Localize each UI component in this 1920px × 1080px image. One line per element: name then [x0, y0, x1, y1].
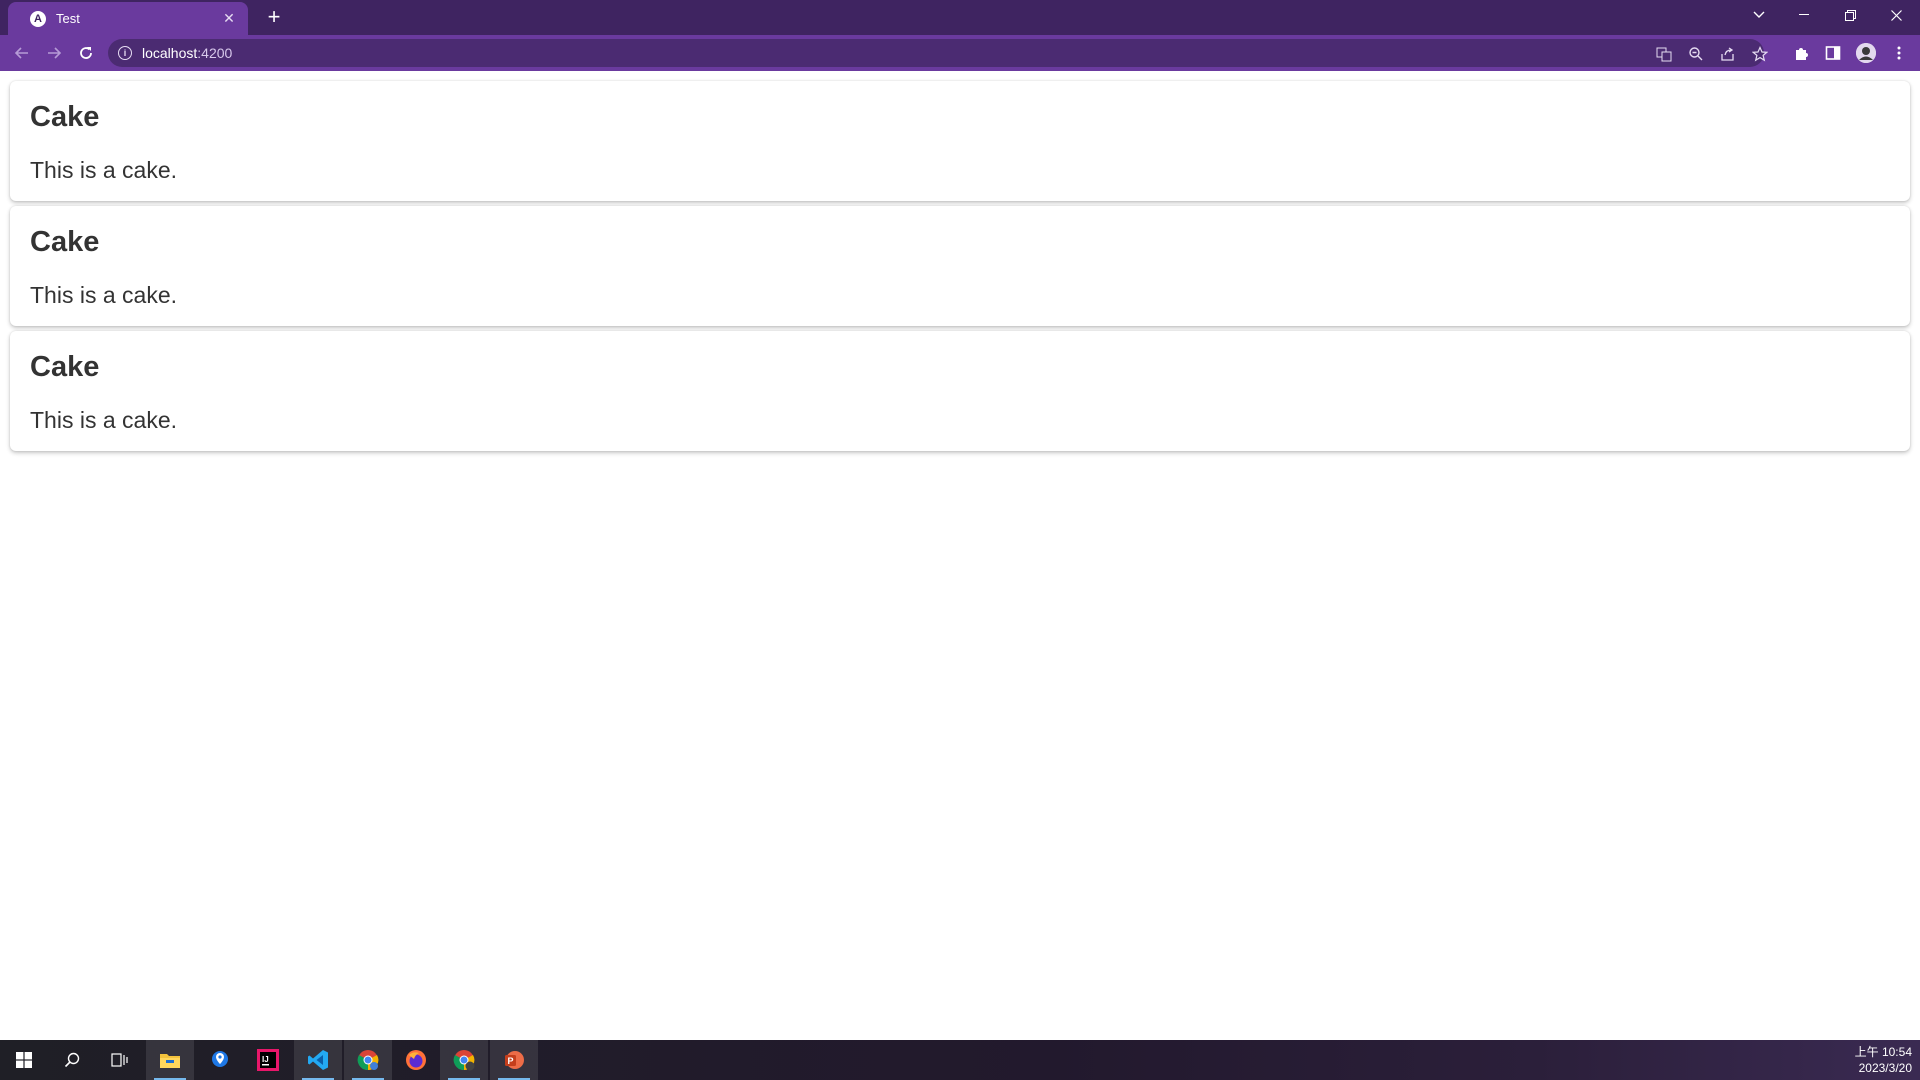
side-panel-icon[interactable] — [1824, 44, 1842, 62]
tab-search-icon[interactable] — [1736, 0, 1782, 30]
angular-favicon-icon: A — [30, 10, 46, 27]
profile-avatar[interactable] — [1856, 43, 1876, 63]
back-icon[interactable] — [8, 39, 36, 67]
page-content: Cake This is a cake. Cake This is a cake… — [0, 71, 1920, 1040]
close-tab-icon[interactable]: ✕ — [220, 10, 238, 27]
firefox-icon[interactable] — [392, 1040, 440, 1080]
browser-toolbar: i localhost:4200 — [0, 35, 1920, 71]
task-view-icon[interactable] — [96, 1040, 144, 1080]
search-icon[interactable] — [48, 1040, 96, 1080]
card-title: Cake — [30, 101, 100, 133]
reload-icon[interactable] — [72, 39, 100, 67]
address-bar[interactable]: i localhost:4200 — [108, 39, 1768, 67]
menu-icon[interactable] — [1890, 44, 1908, 62]
svg-text:P: P — [508, 1056, 514, 1066]
translate-icon[interactable] — [1656, 46, 1672, 62]
star-icon[interactable] — [1752, 46, 1768, 62]
powerpoint-icon[interactable]: P — [490, 1040, 538, 1080]
clock-time: 上午 10:54 — [1854, 1045, 1912, 1059]
vscode-icon[interactable] — [294, 1040, 342, 1080]
clock-date: 2023/3/20 — [1858, 1061, 1912, 1075]
card-title: Cake — [30, 226, 100, 258]
restore-icon[interactable] — [1827, 0, 1873, 30]
cake-card: Cake This is a cake. — [10, 206, 1910, 326]
share-icon[interactable] — [1720, 46, 1736, 62]
svg-text:IJ: IJ — [262, 1055, 269, 1064]
forward-icon[interactable] — [40, 39, 68, 67]
address-url: localhost:4200 — [142, 45, 232, 61]
browser-tab[interactable]: A Test ✕ — [8, 2, 248, 35]
tab-title: Test — [56, 11, 80, 26]
start-icon[interactable] — [0, 1040, 48, 1080]
info-icon[interactable]: i — [118, 46, 132, 60]
new-tab-button[interactable]: + — [262, 6, 286, 30]
cake-card: Cake This is a cake. — [10, 81, 1910, 201]
windows-taskbar: IJ P 上午 10:54 2023/3/20 — [0, 1040, 1920, 1080]
system-clock[interactable]: 上午 10:54 2023/3/20 — [1855, 1044, 1912, 1076]
address-port: :4200 — [197, 45, 233, 61]
card-title: Cake — [30, 351, 100, 383]
card-text: This is a cake. — [30, 282, 177, 308]
jetbrains-icon[interactable]: IJ — [244, 1040, 292, 1080]
file-explorer-icon[interactable] — [146, 1040, 194, 1080]
maps-icon[interactable] — [196, 1040, 244, 1080]
card-text: This is a cake. — [30, 157, 177, 183]
cake-card: Cake This is a cake. — [10, 331, 1910, 451]
tab-strip: A Test ✕ + — [0, 0, 1920, 35]
zoom-icon[interactable] — [1688, 46, 1704, 62]
extensions-icon[interactable] — [1792, 44, 1810, 62]
chrome-icon[interactable] — [344, 1040, 392, 1080]
minimize-icon[interactable] — [1781, 0, 1827, 30]
close-window-icon[interactable] — [1873, 0, 1919, 30]
card-text: This is a cake. — [30, 407, 177, 433]
address-host: localhost — [142, 45, 198, 61]
chrome-profile-icon[interactable] — [440, 1040, 488, 1080]
